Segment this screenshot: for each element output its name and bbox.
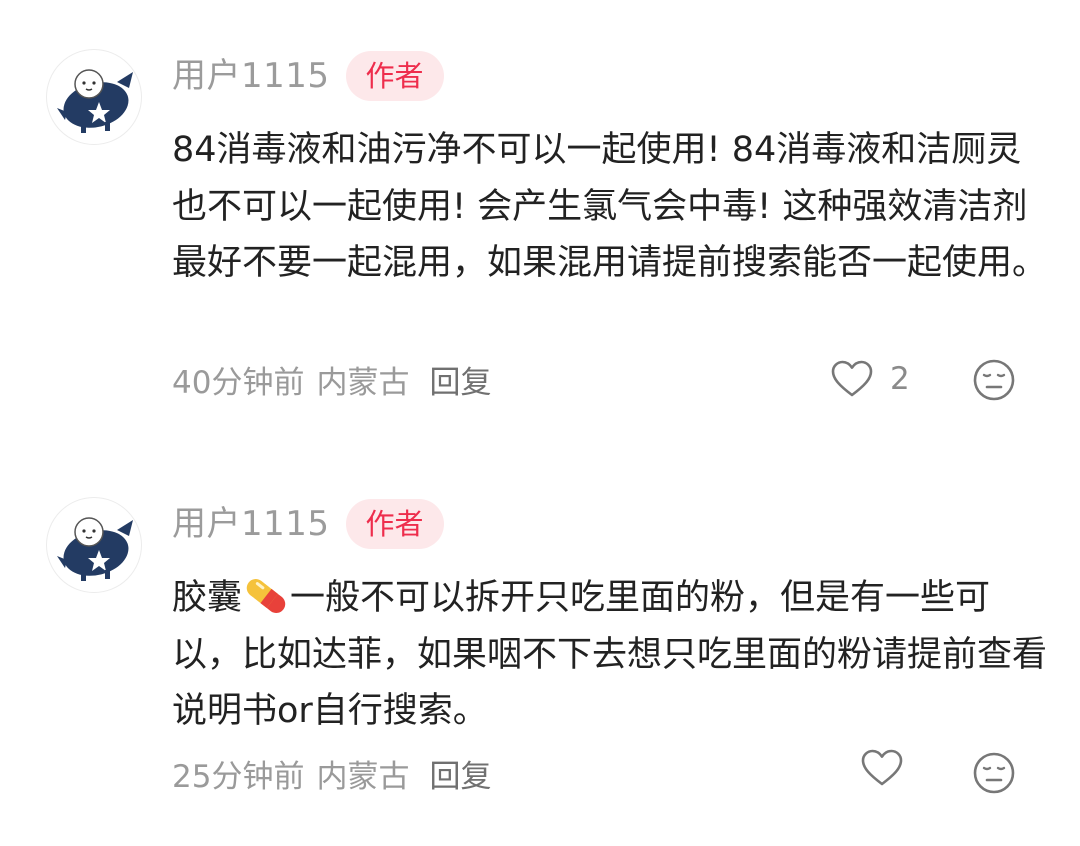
reply-button[interactable]: 回复 <box>429 751 491 796</box>
username[interactable]: 用户1115 <box>172 52 330 100</box>
comment-location: 内蒙古 <box>316 364 410 401</box>
like-button[interactable] <box>860 748 904 788</box>
dislike-button[interactable] <box>972 358 1016 402</box>
avatar[interactable] <box>46 49 142 145</box>
comment-text-rest: 一般不可以拆开只吃里面的粉，但是有一些可以，比如达菲，如果咽不下去想只吃里面的粉… <box>172 578 1048 731</box>
author-badge: 作者 <box>345 51 444 101</box>
heart-outline-icon <box>861 749 903 786</box>
heart-outline-icon <box>831 360 873 397</box>
comment-time: 25分钟前 <box>172 758 305 795</box>
neutral-face-icon <box>973 752 1015 794</box>
like-count: 2 <box>890 361 910 397</box>
comment-header: 用户1115 作者 <box>172 51 444 101</box>
comment-item: 用户1115 作者 84消毒液和油污净不可以一起使用! 84消毒液和洁厕灵也不可… <box>0 0 1080 430</box>
like-button[interactable]: 2 <box>830 355 910 403</box>
avatar[interactable] <box>46 497 142 593</box>
username[interactable]: 用户1115 <box>172 500 330 548</box>
comment-meta: 25分钟前 内蒙古 回复 <box>172 748 491 798</box>
comment-meta: 40分钟前 内蒙古 回复 <box>172 354 491 404</box>
dislike-button[interactable] <box>972 751 1016 795</box>
comment-text: 84消毒液和油污净不可以一起使用! 84消毒液和洁厕灵也不可以一起使用! 会产生… <box>172 130 1048 283</box>
comment-text: 胶囊 一般不可以拆开只吃里面的粉，但是有一些可以，比如达菲，如果咽不下去想只吃里面… <box>172 570 1052 740</box>
pill-emoji <box>246 578 286 614</box>
comment-text-start: 胶囊 <box>172 578 243 618</box>
comment-location: 内蒙古 <box>316 758 410 795</box>
comment-time: 40分钟前 <box>172 364 305 401</box>
neutral-face-icon <box>973 359 1015 401</box>
author-badge: 作者 <box>345 499 444 549</box>
comment-header: 用户1115 作者 <box>172 499 444 549</box>
comment-item: 用户1115 作者 胶囊 一般不可以拆开只吃里面的粉，但是有一些可以，比如达菲，如… <box>0 448 1080 846</box>
reply-button[interactable]: 回复 <box>429 357 491 402</box>
avatar-illustration <box>57 517 133 581</box>
avatar-illustration <box>57 69 133 133</box>
